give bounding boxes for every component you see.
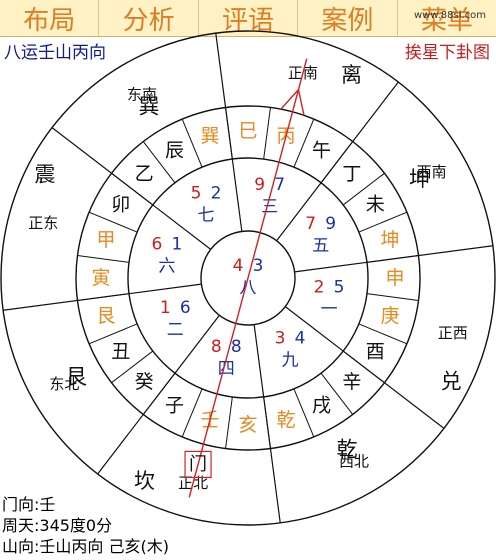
base-star: 八 — [240, 278, 257, 298]
door-label: 门 — [189, 454, 207, 475]
mountain-star: 3 — [275, 329, 286, 349]
mountain-divider — [293, 388, 315, 438]
base-star: 六 — [158, 256, 175, 276]
water-star: 8 — [231, 337, 242, 357]
mountain-direction-text: 山向:壬山丙向 己亥(木) — [2, 537, 169, 556]
mountain-label: 坤 — [380, 229, 399, 251]
base-star: 七 — [198, 205, 215, 225]
mountain-divider — [366, 255, 419, 263]
base-star: 二 — [167, 320, 184, 340]
water-star: 2 — [211, 183, 222, 203]
mountain-label: 庚 — [380, 305, 399, 327]
water-star: 3 — [253, 256, 264, 276]
mountain-label: 未 — [366, 194, 385, 216]
mountain-label: 乙 — [135, 163, 154, 185]
base-star: 三 — [261, 197, 278, 217]
water-star: 7 — [274, 175, 285, 195]
mountain-star: 9 — [254, 175, 265, 195]
palace-divider — [253, 324, 265, 398]
trigram-label: 乾 — [337, 438, 358, 462]
water-star: 5 — [334, 278, 345, 298]
direction-label: 正东 — [28, 214, 58, 232]
water-star: 4 — [295, 329, 306, 349]
trigram-label: 离 — [341, 63, 362, 87]
mountain-label: 癸 — [135, 371, 154, 393]
mountain-divider — [225, 396, 233, 449]
mountain-label: 酉 — [366, 341, 385, 363]
mountain-star: 1 — [160, 298, 171, 318]
mountain-divider — [77, 293, 130, 301]
trigram-label: 坎 — [134, 469, 155, 493]
palace-divider — [128, 283, 202, 295]
mountain-star: 4 — [233, 256, 244, 276]
palace-divider — [294, 261, 368, 273]
mountain-label: 丑 — [111, 341, 130, 363]
mountain-label: 辰 — [165, 140, 184, 162]
direction-label: 正西 — [438, 324, 468, 342]
mountain-star: 5 — [191, 183, 202, 203]
water-star: 9 — [325, 214, 336, 234]
mountain-label: 亥 — [238, 414, 257, 436]
base-star: 四 — [218, 359, 235, 379]
base-star: 一 — [321, 300, 338, 320]
mountain-divider — [366, 293, 419, 301]
mountain-label: 子 — [165, 394, 184, 416]
mountain-label: 乾 — [276, 409, 295, 431]
mountain-label: 卯 — [111, 194, 130, 216]
trigram-label: 艮 — [66, 365, 87, 389]
mountain-star: 2 — [314, 278, 325, 298]
mountain-divider — [181, 118, 203, 168]
mountain-divider — [77, 255, 130, 263]
mountain-star: 6 — [151, 234, 162, 254]
trigram-label: 巽 — [139, 95, 160, 119]
mountain-divider — [263, 107, 271, 160]
trigram-label: 坤 — [409, 167, 430, 191]
info-panel: 门向:壬 周天:345度0分 山向:壬山丙向 己亥(木) — [2, 494, 169, 557]
degree-text: 周天:345度0分 — [2, 516, 113, 535]
palace-divider — [231, 158, 243, 232]
trigram-label: 兑 — [441, 370, 462, 394]
mountain-label: 戌 — [312, 394, 331, 416]
mountain-label: 辛 — [342, 371, 361, 393]
door-direction-text: 门向:壬 — [2, 495, 56, 514]
base-star: 五 — [312, 236, 329, 256]
mountain-divider — [225, 107, 233, 160]
trigram-label: 震 — [34, 163, 55, 187]
base-star: 九 — [282, 351, 299, 371]
mountain-divider — [181, 388, 203, 438]
luopan-compass: 正南西南正西西北正北东北正东东南离坤兑乾坎艮震巽丙午丁未坤申庚酉辛戌乾亥壬子癸丑… — [0, 30, 496, 526]
mountain-divider — [263, 396, 271, 449]
mountain-divider — [293, 118, 315, 168]
mountain-label: 巳 — [238, 120, 257, 142]
mountain-label: 寅 — [91, 267, 110, 289]
mountain-label: 申 — [385, 267, 404, 289]
mountain-label: 午 — [312, 140, 331, 162]
mountain-label: 丁 — [342, 163, 361, 185]
mountain-label: 巽 — [200, 125, 219, 147]
mountain-star: 7 — [305, 214, 316, 234]
water-star: 1 — [171, 234, 182, 254]
mountain-label: 艮 — [96, 305, 115, 327]
water-star: 6 — [180, 298, 191, 318]
mountain-label: 甲 — [96, 229, 115, 251]
mountain-star: 8 — [211, 337, 222, 357]
